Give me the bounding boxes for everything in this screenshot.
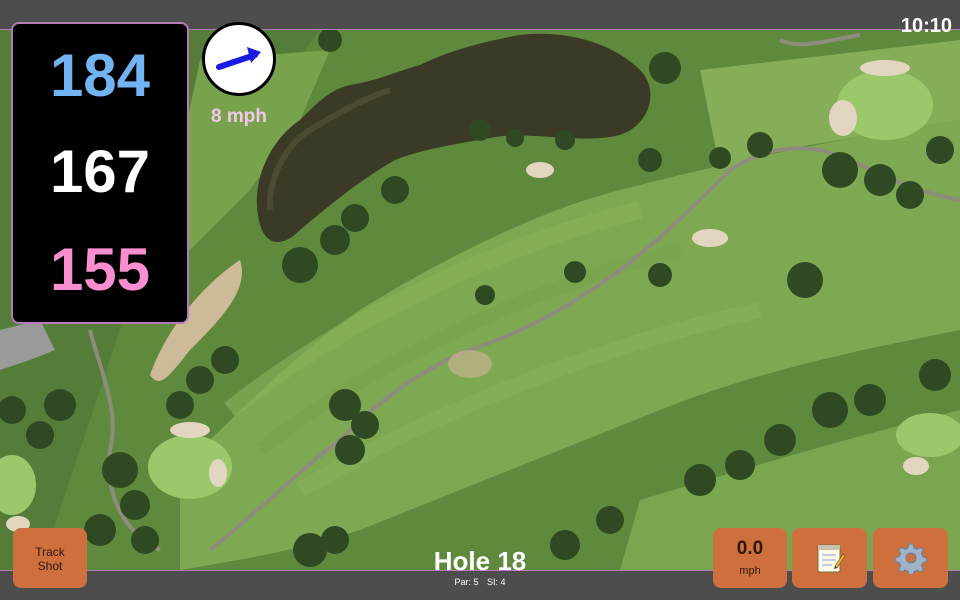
hole-stroke-index: SI: 4 — [487, 577, 506, 587]
gear-icon — [894, 543, 927, 574]
track-shot-label-line2: Shot — [37, 559, 63, 573]
distance-panel: 184 167 155 — [11, 22, 189, 324]
wind-arrow-icon — [216, 47, 261, 70]
settings-button[interactable] — [873, 528, 948, 588]
middle-distance: 167 — [49, 138, 151, 205]
speed-value: 0.0 — [736, 538, 764, 559]
wind-direction-indicator — [202, 22, 276, 96]
hole-par: Par: 5 — [454, 577, 479, 587]
notepad-icon — [817, 544, 845, 573]
speed-button[interactable]: 0.0 mph — [713, 528, 787, 588]
speed-unit: mph — [739, 565, 761, 577]
status-clock: 10:10 — [900, 15, 952, 37]
track-shot-label-line1: Track — [35, 545, 65, 559]
hole-title: Hole 18 — [433, 546, 527, 576]
hole-meta: Par: 5 SI: 4 — [380, 577, 580, 587]
wind-speed: 8 mph — [211, 106, 267, 127]
notes-button[interactable] — [792, 528, 867, 588]
back-distance: 184 — [49, 42, 151, 109]
track-shot-button[interactable]: Track Shot — [13, 528, 87, 588]
front-distance: 155 — [49, 236, 151, 303]
